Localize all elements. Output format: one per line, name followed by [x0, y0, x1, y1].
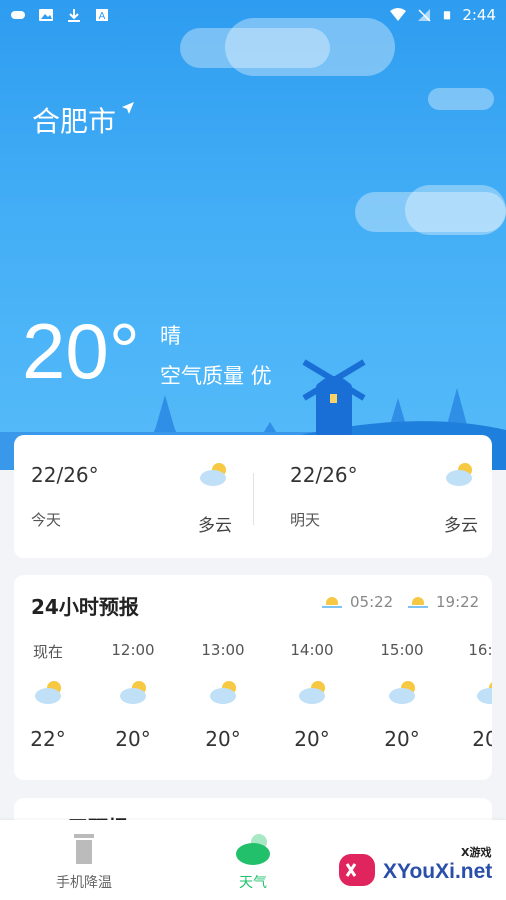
location-arrow-icon	[122, 102, 135, 114]
wifi-icon	[390, 8, 407, 21]
status-time: 2:44	[462, 6, 496, 24]
status-bar: A 2:44	[0, 0, 506, 30]
hour-temp: 20°	[115, 727, 151, 751]
weather-header	[0, 0, 506, 470]
gamepad-icon	[11, 11, 25, 19]
current-temperature: 20°	[22, 307, 140, 395]
tab-label: 手机降温	[56, 875, 112, 891]
trash-icon	[74, 834, 94, 864]
day-today[interactable]: 22/26° 今天 多云	[14, 435, 244, 558]
partly-cloudy-icon	[120, 681, 146, 704]
partly-cloudy-icon	[35, 681, 61, 704]
sunset-time: 19:22	[436, 593, 480, 611]
partly-cloudy-icon	[200, 463, 226, 486]
city-name: 合肥市	[32, 105, 117, 138]
cloud-icon	[236, 834, 270, 865]
hour-time: 15:00	[380, 641, 424, 659]
hour-item: 14:00 20°	[282, 637, 342, 777]
sunset-info: 19:22	[406, 593, 479, 611]
sunrise-time: 05:22	[350, 593, 394, 611]
download-icon	[68, 9, 80, 22]
site-watermark: X游戏 XYouXi.net	[335, 840, 505, 898]
hour-item: 15:00 20°	[372, 637, 432, 777]
hour-time: 16:00	[468, 641, 492, 659]
battery-icon	[444, 11, 451, 20]
hour-temp: 20°	[384, 727, 420, 751]
sunrise-icon	[320, 597, 344, 611]
hour-temp: 20°	[294, 727, 330, 751]
hour-item: 16:00 20°	[460, 637, 492, 777]
hour-time: 13:00	[201, 641, 245, 659]
tab-phone-cooling[interactable]: 手机降温	[24, 820, 144, 900]
divider	[253, 473, 254, 525]
day-condition: 多云	[198, 516, 232, 536]
hour-temp: 22°	[30, 727, 66, 751]
hour-temp: 20°	[205, 727, 241, 751]
hourly-forecast-card: 24小时预报 05:22 19:22 现在 22° 12:00 20° 13:0…	[14, 575, 492, 780]
day-condition: 多云	[444, 516, 478, 536]
cloud-decoration	[428, 88, 494, 110]
windmill-illustration	[302, 359, 366, 438]
cloud-decoration	[405, 185, 506, 235]
hour-time: 12:00	[111, 641, 155, 659]
no-signal-icon	[418, 9, 431, 22]
partly-cloudy-icon	[389, 681, 415, 704]
current-condition: 晴	[160, 324, 181, 348]
air-quality[interactable]: 空气质量 优	[160, 360, 272, 390]
partly-cloudy-icon	[210, 681, 236, 704]
day-temp-range: 22/26°	[31, 463, 99, 487]
watermark-text: XYouXi.net	[383, 860, 493, 883]
hour-item: 现在 22°	[18, 637, 78, 777]
day-label: 今天	[31, 511, 62, 529]
image-icon	[39, 9, 53, 21]
day-label: 明天	[290, 511, 321, 529]
partly-cloudy-icon	[299, 681, 325, 704]
partly-cloudy-icon	[477, 682, 492, 704]
hourly-list[interactable]: 现在 22° 12:00 20° 13:00 20° 14:00 20° 15:…	[14, 637, 492, 777]
day-tomorrow[interactable]: 22/26° 明天 多云	[260, 435, 490, 558]
tab-weather[interactable]: 天气	[193, 820, 313, 900]
daily-summary-card: 22/26° 今天 多云 22/26° 明天 多云	[14, 435, 492, 558]
hourly-title: 24小时预报	[31, 595, 139, 619]
hour-item: 13:00 20°	[193, 637, 253, 777]
watermark-small-text: X游戏	[461, 846, 492, 859]
hour-item: 12:00 20°	[103, 637, 163, 777]
game-logo-icon	[339, 854, 375, 886]
partly-cloudy-icon	[446, 463, 472, 486]
sunrise-info: 05:22	[320, 593, 393, 611]
day-temp-range: 22/26°	[290, 463, 358, 487]
city-selector[interactable]: 合肥市	[32, 100, 135, 140]
hour-time: 14:00	[290, 641, 334, 659]
keyboard-icon: A	[96, 9, 108, 22]
tab-label: 天气	[239, 875, 267, 891]
hour-time: 现在	[32, 643, 63, 661]
svg-text:A: A	[99, 11, 106, 22]
hour-temp: 20°	[472, 727, 492, 751]
sunset-icon	[406, 597, 430, 611]
